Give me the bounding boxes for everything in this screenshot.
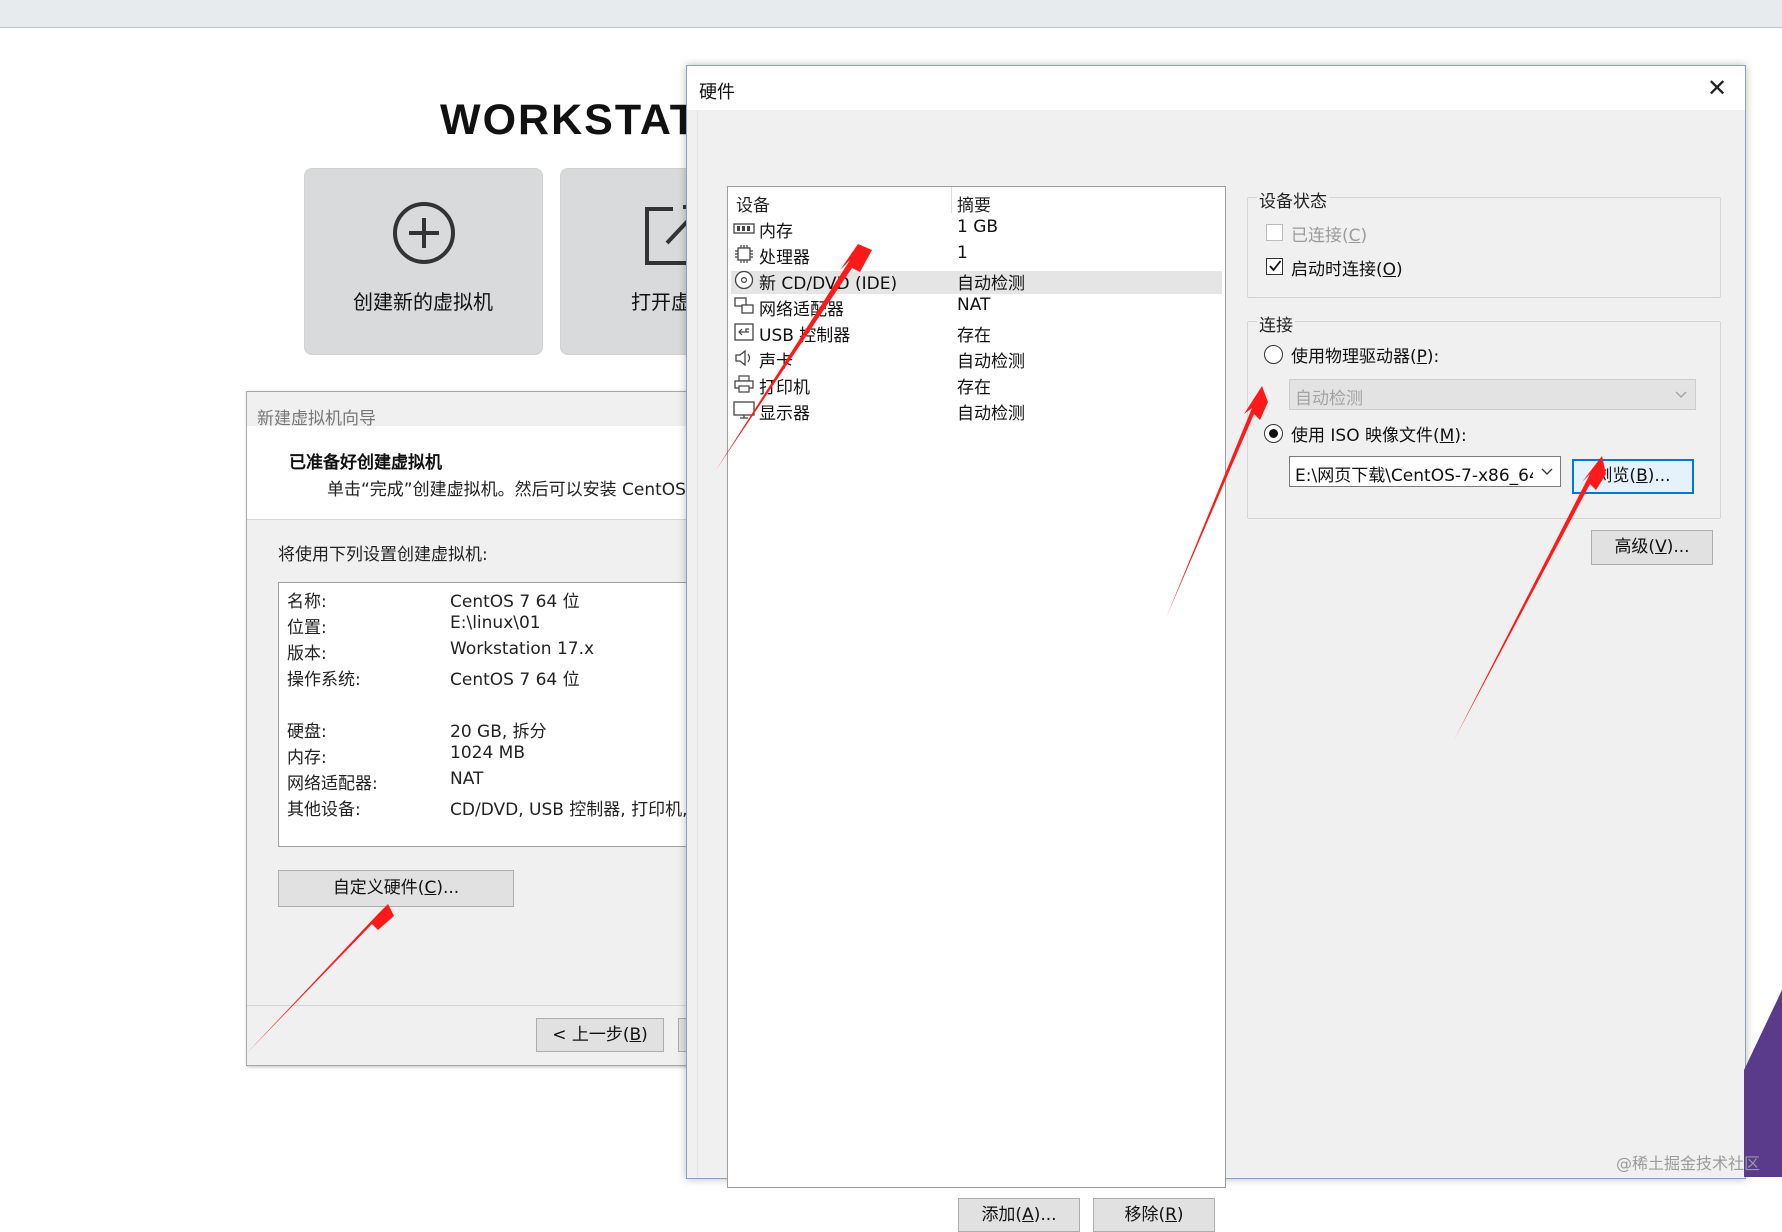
add-text: 添加( xyxy=(981,1205,1023,1225)
annotation-arrows xyxy=(246,244,1606,1054)
remove-accel: R xyxy=(1165,1205,1177,1225)
annotation-arrow-iso-radio xyxy=(1166,386,1268,618)
add-suffix: )... xyxy=(1033,1205,1057,1225)
add-accel: A xyxy=(1022,1205,1034,1225)
watermark: @稀土掘金技术社区 xyxy=(1616,1154,1761,1173)
remove-text: 移除( xyxy=(1124,1205,1166,1225)
remove-suffix: ) xyxy=(1176,1205,1184,1225)
annotation-arrow-cd-dvd xyxy=(716,244,872,470)
annotation-arrow-browse xyxy=(1454,456,1606,740)
remove-hardware-button[interactable]: 移除(R) xyxy=(1093,1198,1215,1232)
annotation-arrow-customize xyxy=(246,904,394,1054)
add-hardware-button[interactable]: 添加(A)... xyxy=(958,1198,1080,1232)
